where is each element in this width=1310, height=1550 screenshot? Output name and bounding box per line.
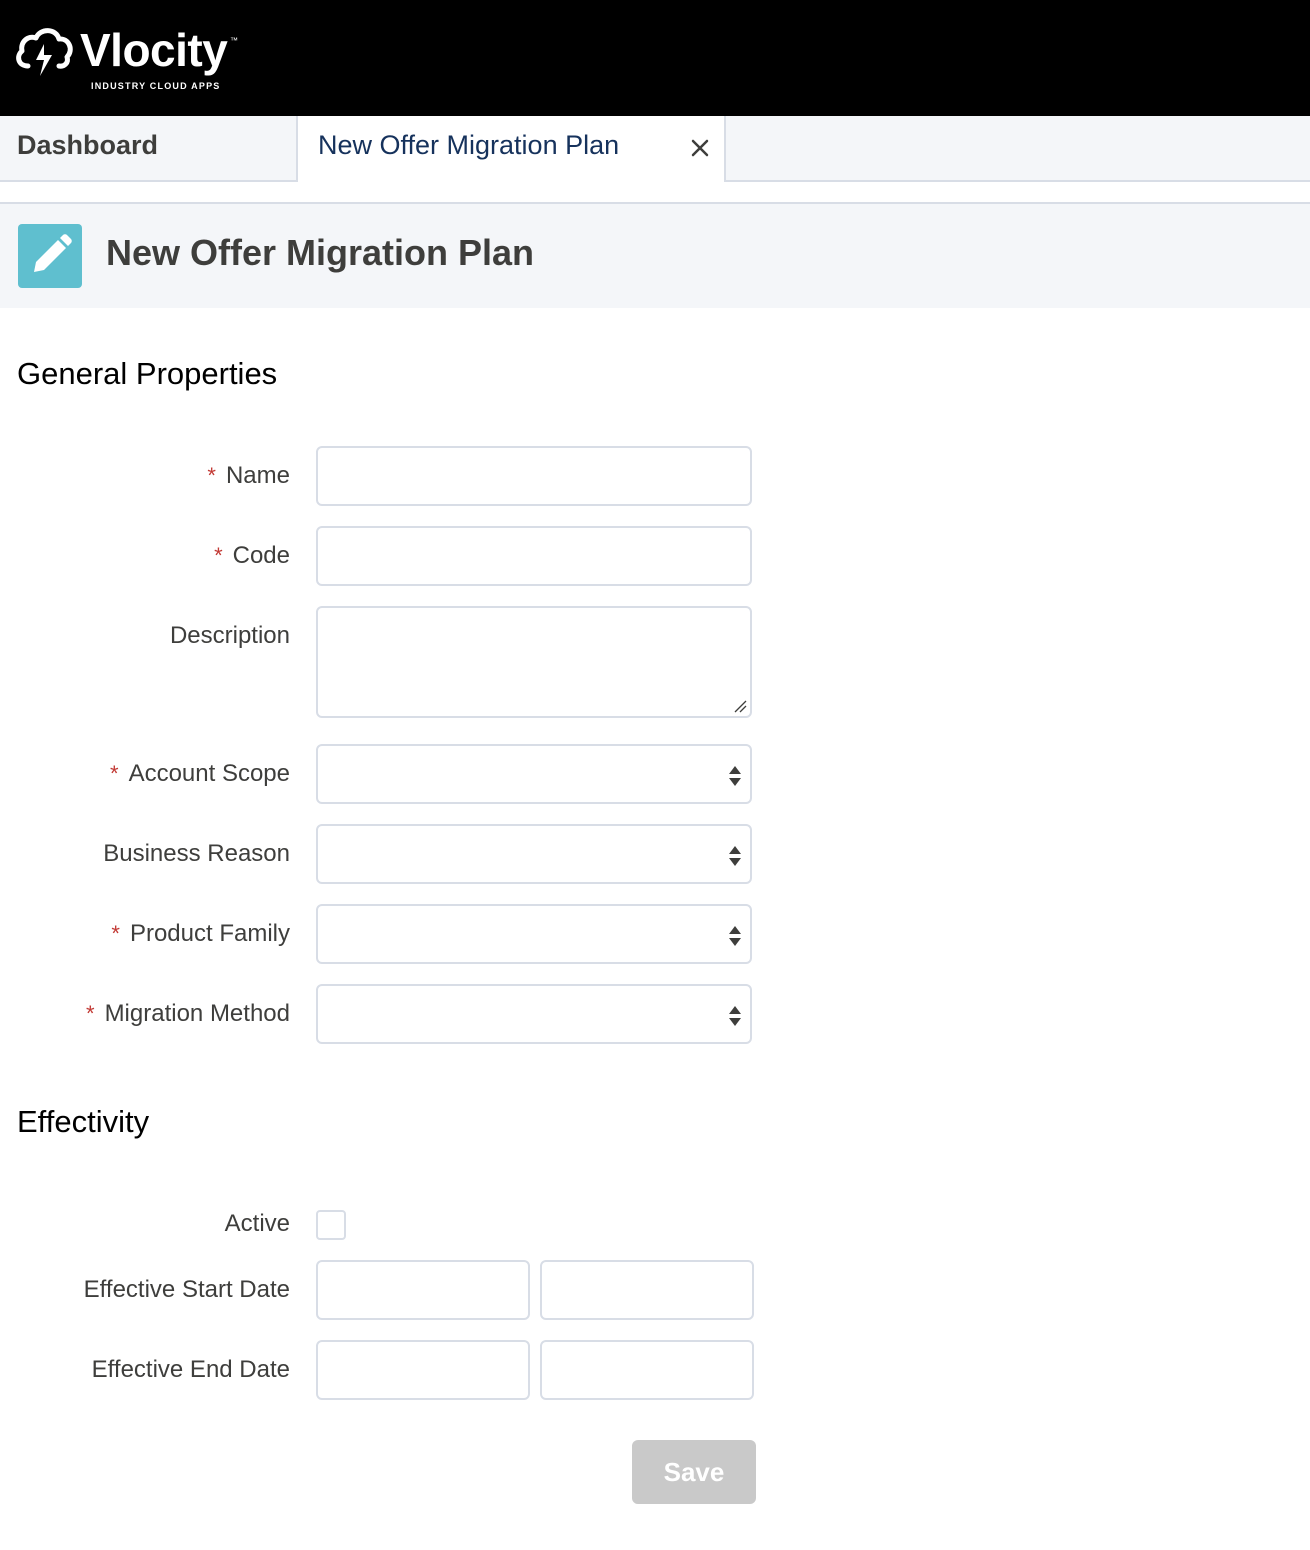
select-arrows-icon [729, 926, 741, 946]
select-arrows-icon [729, 1006, 741, 1026]
section-heading-general-properties: General Properties [17, 356, 278, 391]
required-marker: * [110, 761, 119, 786]
section-heading-effectivity: Effectivity [17, 1104, 150, 1139]
product-family-label: * Product Family [111, 920, 290, 947]
migration-method-select[interactable] [316, 984, 752, 1044]
effective-end-date-label: Effective End Date [91, 1356, 290, 1383]
close-icon[interactable] [690, 138, 710, 158]
tab-dashboard[interactable]: Dashboard [0, 116, 298, 180]
effective-end-time-input[interactable] [540, 1340, 754, 1400]
save-button[interactable]: Save [632, 1440, 756, 1504]
vlocity-logo[interactable]: Vlocity ™ INDUSTRY CLOUD APPS [14, 20, 254, 100]
header-icon-badge [18, 224, 82, 288]
top-brand-bar: Vlocity ™ INDUSTRY CLOUD APPS [0, 0, 1310, 116]
effective-end-date-input[interactable] [316, 1340, 530, 1400]
select-arrows-icon [729, 766, 741, 786]
tab-new-offer-migration-plan[interactable]: New Offer Migration Plan [298, 116, 726, 182]
required-marker: * [86, 1001, 95, 1026]
effective-start-date-input[interactable] [316, 1260, 530, 1320]
cloud-bolt-icon [16, 28, 73, 76]
select-arrows-icon [729, 846, 741, 866]
active-checkbox[interactable] [316, 1210, 346, 1240]
description-textarea[interactable] [316, 606, 752, 718]
code-label: * Code [214, 542, 290, 569]
pencil-icon [34, 234, 72, 272]
required-marker: * [111, 921, 120, 946]
brand-tagline: INDUSTRY CLOUD APPS [91, 81, 221, 91]
code-input[interactable] [316, 526, 752, 586]
brand-trademark: ™ [230, 36, 238, 45]
active-label: Active [224, 1210, 290, 1237]
effective-start-time-input[interactable] [540, 1260, 754, 1320]
account-scope-select[interactable] [316, 744, 752, 804]
resize-handle-icon[interactable] [733, 699, 747, 713]
business-reason-label: Business Reason [103, 840, 290, 867]
required-marker: * [207, 463, 216, 488]
tab-dashboard-label: Dashboard [17, 130, 159, 160]
page-header: New Offer Migration Plan [0, 202, 1310, 308]
page-title: New Offer Migration Plan [106, 232, 535, 273]
effective-start-date-label: Effective Start Date [83, 1276, 290, 1303]
product-family-select[interactable] [316, 904, 752, 964]
account-scope-label: * Account Scope [110, 760, 290, 787]
name-label: * Name [207, 462, 290, 489]
tab-bar: Dashboard New Offer Migration Plan [0, 116, 1310, 182]
tab-active-label: New Offer Migration Plan [318, 130, 620, 160]
migration-method-label: * Migration Method [86, 1000, 290, 1027]
business-reason-select[interactable] [316, 824, 752, 884]
brand-name: Vlocity [80, 24, 228, 76]
required-marker: * [214, 543, 223, 568]
description-label: Description [169, 622, 290, 649]
name-input[interactable] [316, 446, 752, 506]
